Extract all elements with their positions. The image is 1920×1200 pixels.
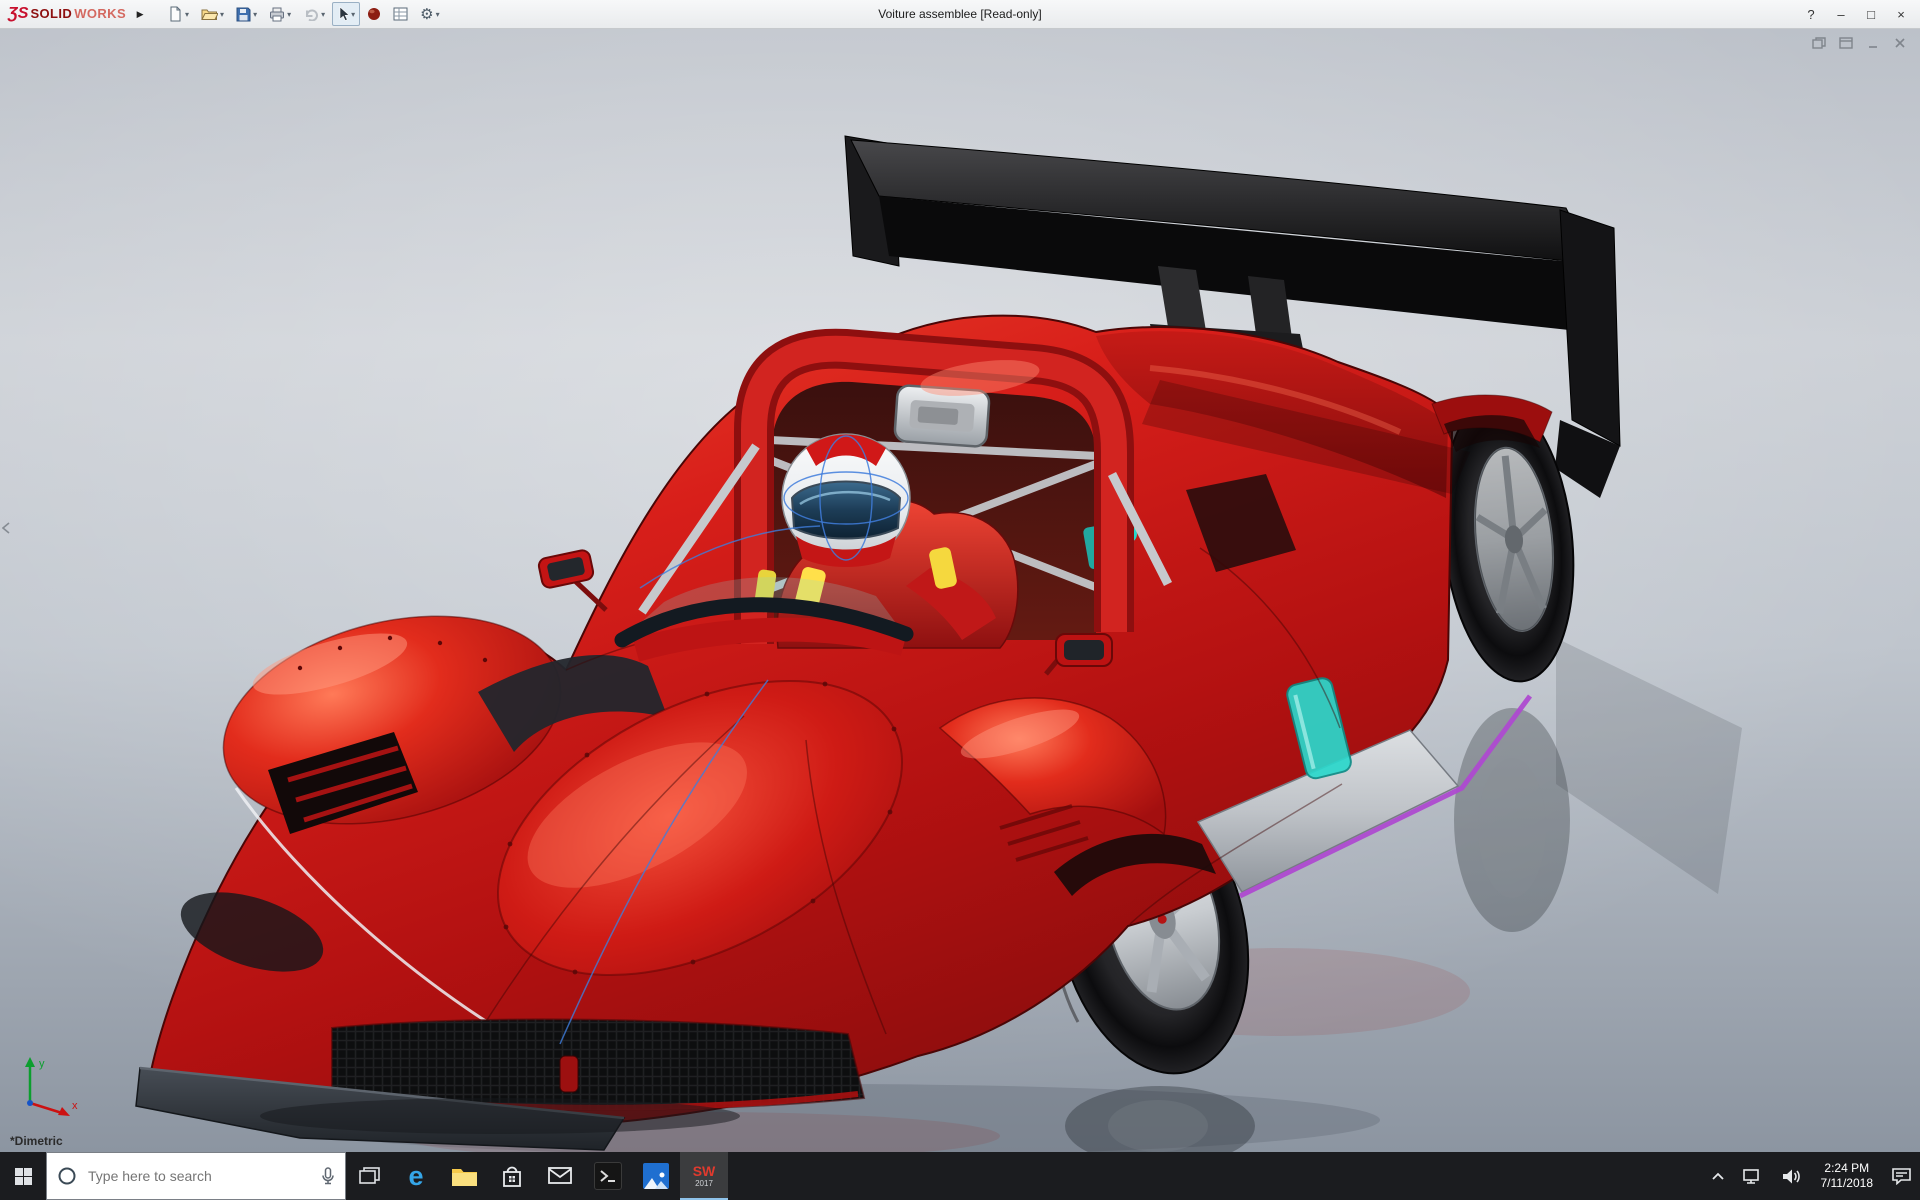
undo-arrow-icon bbox=[306, 9, 319, 21]
clock-time: 2:24 PM bbox=[1824, 1161, 1870, 1175]
dropdown-caret-icon[interactable]: ▾ bbox=[351, 10, 355, 19]
mail-envelope-icon bbox=[547, 1167, 572, 1184]
quick-access-toolbar: ▾ ▾ ▾ ▾ ▾ ▾ ⚙ ▾ bbox=[162, 2, 446, 26]
taskbar-search-input[interactable] bbox=[86, 1167, 312, 1185]
volume-button[interactable] bbox=[1772, 1152, 1811, 1200]
viewport-canvas[interactable] bbox=[0, 28, 1920, 1152]
print-button[interactable]: ▾ bbox=[264, 2, 296, 26]
graphics-area[interactable]: y x *Dimetric bbox=[0, 28, 1920, 1152]
x-axis-label: x bbox=[72, 1100, 78, 1112]
tow-hook-slot bbox=[559, 1055, 579, 1093]
start-button[interactable] bbox=[0, 1152, 46, 1200]
window-controls: ? – □ × bbox=[1796, 2, 1920, 26]
network-status-button[interactable] bbox=[1734, 1152, 1772, 1200]
open-button[interactable]: ▾ bbox=[196, 2, 229, 26]
dassault-mark: ƷS bbox=[8, 5, 29, 22]
view-orientation-label: *Dimetric bbox=[10, 1134, 63, 1148]
doc-close-icon[interactable] bbox=[1890, 35, 1910, 51]
solidworks-icon: SW bbox=[692, 1163, 716, 1179]
taskbar-app-edge[interactable]: e bbox=[392, 1152, 440, 1200]
dropdown-caret-icon[interactable]: ▾ bbox=[185, 10, 189, 19]
brand-solid: SOLID bbox=[30, 6, 73, 21]
save-floppy-icon bbox=[236, 7, 251, 21]
new-document-button[interactable]: ▾ bbox=[163, 2, 194, 26]
chevron-up-icon bbox=[1711, 1172, 1724, 1180]
dropdown-caret-icon[interactable]: ▾ bbox=[287, 10, 291, 19]
y-axis-label: y bbox=[39, 1058, 45, 1070]
select-cursor-icon bbox=[339, 6, 350, 22]
tray-overflow-button[interactable] bbox=[1702, 1152, 1734, 1200]
action-center-button[interactable] bbox=[1883, 1152, 1920, 1200]
dropdown-caret-icon[interactable]: ▾ bbox=[436, 10, 440, 19]
maximize-button[interactable]: □ bbox=[1856, 2, 1886, 26]
solidworks-icon-year: 2017 bbox=[695, 1179, 713, 1188]
print-icon bbox=[270, 7, 285, 21]
appearance-sphere-icon bbox=[368, 8, 381, 20]
photos-icon bbox=[643, 1163, 669, 1189]
doc-window-controls bbox=[1809, 35, 1910, 51]
network-icon bbox=[1742, 1168, 1759, 1184]
task-view-button[interactable] bbox=[346, 1152, 392, 1200]
taskbar-app-mail[interactable] bbox=[536, 1152, 584, 1200]
edge-icon: e bbox=[408, 1160, 424, 1191]
windows-logo-icon bbox=[14, 1167, 32, 1185]
new-document-icon bbox=[170, 6, 181, 22]
brand-works: WORKS bbox=[74, 6, 127, 21]
save-button[interactable]: ▾ bbox=[231, 2, 262, 26]
select-tool-button[interactable]: ▾ bbox=[332, 2, 361, 26]
store-bag-icon bbox=[503, 1166, 521, 1187]
notification-icon bbox=[1892, 1167, 1911, 1185]
menu-expand-arrow-icon[interactable]: ▶ bbox=[132, 4, 148, 24]
mass-properties-button[interactable] bbox=[388, 2, 413, 26]
minimize-button[interactable]: – bbox=[1826, 2, 1856, 26]
clock-date: 7/11/2018 bbox=[1820, 1176, 1874, 1190]
taskbar-clock[interactable]: 2:24 PM 7/11/2018 bbox=[1811, 1161, 1884, 1191]
microphone-icon[interactable] bbox=[321, 1166, 335, 1186]
x-axis bbox=[29, 1101, 63, 1115]
taskbar-app-photos[interactable] bbox=[632, 1152, 680, 1200]
z-axis-dot bbox=[27, 1100, 33, 1106]
dropdown-caret-icon[interactable]: ▾ bbox=[220, 10, 224, 19]
doc-cascade-icon[interactable] bbox=[1809, 35, 1829, 51]
windows-taskbar: e bbox=[0, 1152, 1920, 1200]
orientation-triad: y x bbox=[12, 1051, 84, 1126]
dropdown-caret-icon[interactable]: ▾ bbox=[253, 10, 257, 19]
chevron-left-icon bbox=[1, 522, 10, 534]
close-button[interactable]: × bbox=[1886, 2, 1916, 26]
dropdown-caret-icon[interactable]: ▾ bbox=[321, 10, 325, 19]
undo-button[interactable]: ▾ bbox=[298, 2, 330, 26]
cortana-ring-icon bbox=[58, 1167, 76, 1185]
options-button[interactable]: ⚙ ▾ bbox=[415, 2, 444, 26]
taskbar-search[interactable] bbox=[46, 1152, 346, 1200]
taskbar-app-store[interactable] bbox=[488, 1152, 536, 1200]
doc-minimize-icon[interactable] bbox=[1863, 35, 1883, 51]
appearance-button[interactable] bbox=[362, 2, 386, 26]
solidworks-logo: ƷS SOLID WORKS bbox=[0, 5, 132, 23]
app-titlebar: ƷS SOLID WORKS ▶ ▾ ▾ ▾ ▾ ▾ ▾ ⚙ ▾ Voiture… bbox=[0, 0, 1920, 29]
table-icon bbox=[393, 7, 408, 21]
taskbar-app-file-explorer[interactable] bbox=[440, 1152, 488, 1200]
open-folder-icon bbox=[201, 9, 219, 20]
task-view-icon bbox=[358, 1167, 380, 1184]
doc-tile-icon[interactable] bbox=[1836, 35, 1856, 51]
driver-helmet[interactable] bbox=[781, 433, 911, 567]
gear-icon: ⚙ bbox=[420, 5, 434, 23]
console-icon bbox=[594, 1162, 622, 1190]
featuremanager-collapse-arrow[interactable] bbox=[0, 516, 11, 540]
system-tray: 2:24 PM 7/11/2018 bbox=[1702, 1152, 1920, 1200]
taskbar-app-solidworks[interactable]: SW 2017 bbox=[680, 1152, 728, 1200]
speaker-icon bbox=[1782, 1169, 1800, 1183]
taskbar-app-console[interactable] bbox=[584, 1152, 632, 1200]
file-explorer-icon bbox=[451, 1168, 477, 1186]
help-button[interactable]: ? bbox=[1796, 2, 1826, 26]
